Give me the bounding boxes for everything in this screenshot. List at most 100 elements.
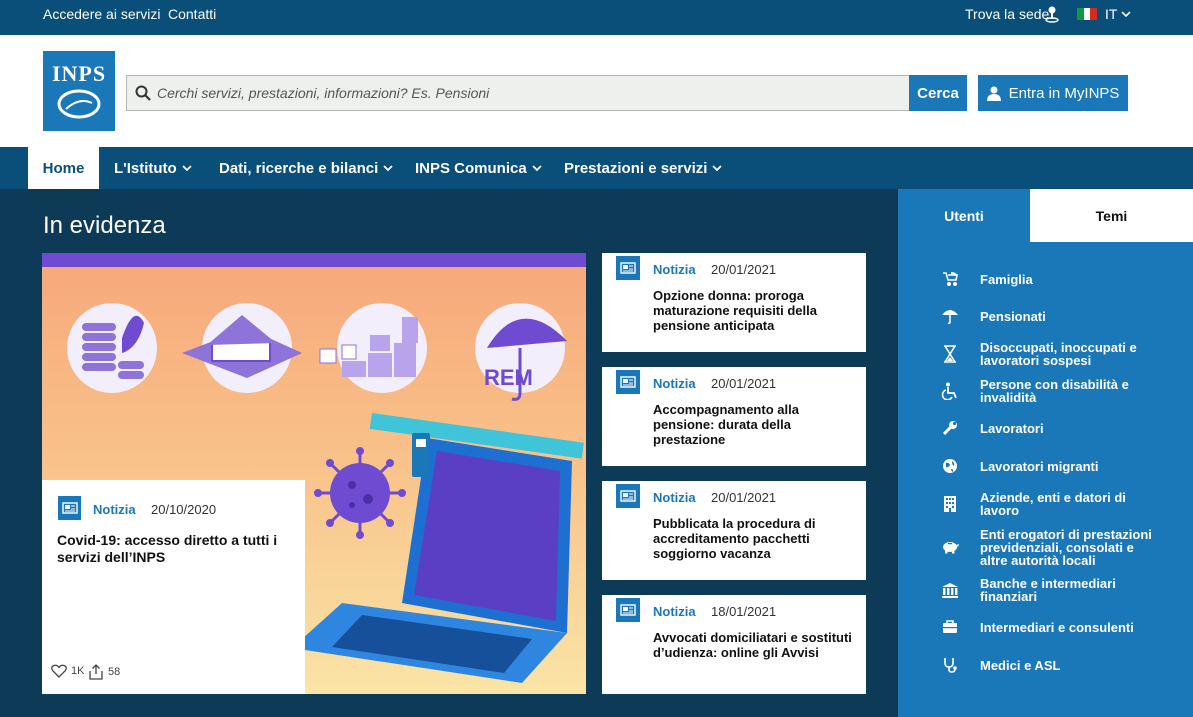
nav-dati-label: Dati, ricerche e bilanci bbox=[219, 159, 379, 177]
panel-item-disoccupati[interactable]: Disoccupati, inoccupati e lavoratori sos… bbox=[898, 341, 1193, 367]
logo-text: INPS bbox=[51, 61, 107, 86]
news-title[interactable]: Covid-19: accesso diretto a tutti i serv… bbox=[57, 532, 287, 566]
panel-item-medici[interactable]: Medici e ASL bbox=[898, 657, 1193, 673]
panel-item-label: Famiglia bbox=[980, 271, 1033, 287]
panel-item-disabilita[interactable]: Persone con disabilità e invalidità bbox=[898, 378, 1193, 404]
login-myinps-button[interactable]: Entra in MyINPS bbox=[978, 75, 1128, 111]
news-icon bbox=[616, 484, 640, 508]
panel-item-label: Lavoratori migranti bbox=[980, 458, 1099, 474]
tab-utenti[interactable]: Utenti bbox=[898, 189, 1030, 242]
site-header: INPS Cerca Entra in MyINPS bbox=[0, 35, 1193, 147]
map-pin-icon bbox=[1045, 5, 1059, 28]
briefcase-icon bbox=[940, 617, 960, 637]
chevron-down-icon bbox=[182, 164, 192, 171]
news-tag[interactable]: Notizia bbox=[653, 490, 696, 505]
panel-item-lavoratori[interactable]: Lavoratori bbox=[898, 420, 1193, 436]
nav-istituto-label: L'Istituto bbox=[114, 159, 177, 177]
share-icon bbox=[89, 664, 103, 680]
news-tag[interactable]: Notizia bbox=[93, 502, 136, 517]
nav-istituto[interactable]: L'Istituto bbox=[114, 147, 192, 189]
nav-prestazioni-label: Prestazioni e servizi bbox=[564, 159, 708, 177]
news-tag[interactable]: Notizia bbox=[653, 604, 696, 619]
panel-item-banche[interactable]: Banche e intermediari finanziari bbox=[898, 577, 1193, 603]
chevron-down-icon bbox=[1121, 10, 1132, 17]
access-services-link[interactable]: Accedere ai servizi bbox=[43, 6, 161, 22]
panel-item-label: Pensionati bbox=[980, 308, 1046, 324]
news-date: 18/01/2021 bbox=[711, 604, 777, 619]
tab-temi[interactable]: Temi bbox=[1030, 189, 1193, 242]
nav-comunica[interactable]: INPS Comunica bbox=[415, 147, 542, 189]
wheelchair-icon bbox=[940, 381, 960, 401]
panel-item-label: Aziende, enti e datori di lavoro bbox=[980, 490, 1126, 518]
panel-item-label: Lavoratori bbox=[980, 420, 1044, 436]
main-navigation: Home L'Istituto Dati, ricerche e bilanci… bbox=[0, 147, 1193, 189]
rem-label: REM bbox=[484, 365, 533, 390]
news-icon bbox=[616, 256, 640, 280]
chevron-down-icon bbox=[532, 164, 542, 171]
news-title[interactable]: Pubblicata la procedura di accreditament… bbox=[653, 516, 838, 561]
chevron-down-icon bbox=[712, 164, 723, 171]
piggy-bank-icon bbox=[940, 537, 960, 557]
share-button[interactable]: 58 bbox=[88, 664, 120, 680]
chevron-down-icon bbox=[383, 164, 393, 171]
logo-emblem-icon bbox=[57, 89, 101, 119]
user-categories-panel: Utenti Temi Famiglia Pensionati Disoccup… bbox=[898, 189, 1193, 717]
panel-item-label: Disoccupati, inoccupati e lavoratori sos… bbox=[980, 340, 1137, 368]
news-tag[interactable]: Notizia bbox=[653, 262, 696, 277]
panel-item-label: Persone con disabilità e invalidità bbox=[980, 377, 1129, 405]
bank-icon bbox=[940, 580, 960, 600]
news-card[interactable]: Notizia 18/01/2021 Avvocati domiciliatar… bbox=[602, 595, 866, 694]
wrench-icon bbox=[940, 418, 960, 438]
panel-item-enti-erogatori[interactable]: Enti erogatori di prestazioni previdenzi… bbox=[898, 526, 1193, 568]
news-title[interactable]: Avvocati domiciliatari e sostituti d’udi… bbox=[653, 630, 858, 660]
panel-item-famiglia[interactable]: Famiglia bbox=[898, 271, 1193, 287]
panel-item-label: Banche e intermediari finanziari bbox=[980, 576, 1116, 604]
nav-prestazioni[interactable]: Prestazioni e servizi bbox=[564, 147, 723, 189]
share-count: 58 bbox=[108, 666, 121, 678]
news-date: 20/01/2021 bbox=[711, 490, 777, 505]
heart-icon bbox=[51, 664, 67, 678]
news-card[interactable]: Notizia 20/01/2021 Opzione donna: prorog… bbox=[602, 253, 866, 352]
login-label: Entra in MyINPS bbox=[1008, 84, 1120, 102]
umbrella-icon bbox=[940, 306, 960, 326]
nav-comunica-label: INPS Comunica bbox=[415, 159, 527, 177]
panel-item-intermediari[interactable]: Intermediari e consulenti bbox=[898, 619, 1193, 635]
panel-item-label: Medici e ASL bbox=[980, 657, 1061, 673]
search-bar bbox=[126, 75, 910, 111]
news-icon bbox=[616, 598, 640, 622]
contacts-link[interactable]: Contatti bbox=[168, 6, 216, 22]
inps-logo[interactable]: INPS bbox=[43, 51, 115, 131]
language-label: IT bbox=[1105, 6, 1118, 22]
language-selector[interactable]: IT bbox=[1077, 6, 1132, 22]
nav-dati[interactable]: Dati, ricerche e bilanci bbox=[219, 147, 393, 189]
panel-item-label: Enti erogatori di prestazioni previdenzi… bbox=[980, 526, 1152, 568]
find-office-link[interactable]: Trova la sede bbox=[965, 6, 1049, 22]
news-date: 20/01/2021 bbox=[711, 376, 777, 391]
panel-item-aziende[interactable]: Aziende, enti e datori di lavoro bbox=[898, 491, 1193, 517]
building-icon bbox=[940, 494, 960, 514]
news-title[interactable]: Opzione donna: proroga maturazione requi… bbox=[653, 288, 853, 333]
globe-icon bbox=[940, 456, 960, 476]
panel-item-label: Intermediari e consulenti bbox=[980, 619, 1134, 635]
like-button[interactable]: 1K bbox=[51, 664, 84, 678]
user-icon bbox=[986, 86, 1001, 101]
search-button[interactable]: Cerca bbox=[909, 75, 967, 111]
news-card[interactable]: Notizia 20/01/2021 Accompagnamento alla … bbox=[602, 367, 866, 466]
news-date: 20/01/2021 bbox=[711, 262, 777, 277]
nav-home[interactable]: Home bbox=[28, 147, 99, 189]
news-date: 20/10/2020 bbox=[151, 502, 217, 517]
panel-item-pensionati[interactable]: Pensionati bbox=[898, 306, 1193, 326]
news-icon bbox=[616, 370, 640, 394]
top-utility-bar: Accedere ai servizi Contatti Trova la se… bbox=[0, 0, 1193, 35]
italy-flag-icon bbox=[1077, 8, 1098, 20]
panel-item-migranti[interactable]: Lavoratori migranti bbox=[898, 458, 1193, 474]
section-title: In evidenza bbox=[43, 212, 166, 239]
news-title[interactable]: Accompagnamento alla pensione: durata de… bbox=[653, 402, 823, 447]
hourglass-icon bbox=[940, 344, 960, 364]
search-icon bbox=[135, 85, 151, 101]
featured-news-card[interactable]: Notizia 20/10/2020 Covid-19: accesso dir… bbox=[42, 480, 305, 694]
news-card[interactable]: Notizia 20/01/2021 Pubblicata la procedu… bbox=[602, 481, 866, 580]
search-input[interactable] bbox=[157, 85, 897, 101]
news-icon bbox=[58, 496, 81, 520]
news-tag[interactable]: Notizia bbox=[653, 376, 696, 391]
